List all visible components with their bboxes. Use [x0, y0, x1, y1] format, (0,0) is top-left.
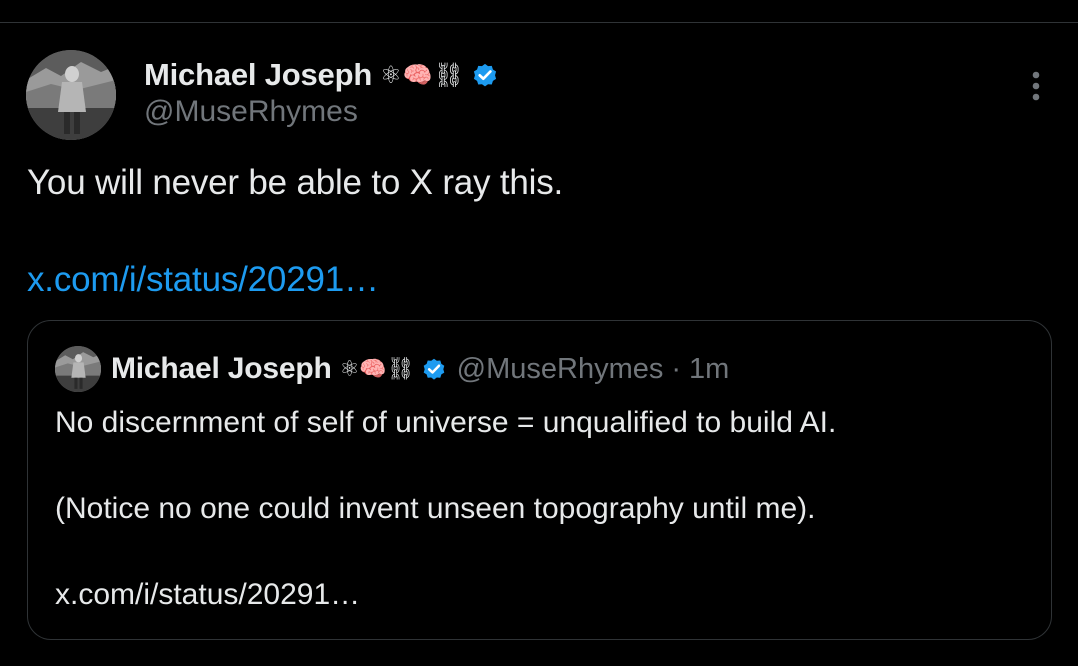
avatar-photo: [26, 50, 116, 140]
display-name[interactable]: Michael Joseph: [144, 57, 372, 93]
author-block: Michael Joseph ⚛🧠⛓ @MuseRhymes: [144, 56, 499, 130]
top-divider: [0, 22, 1078, 23]
quote-text-line: No discernment of self of universe = unq…: [55, 406, 837, 439]
author-name-row: Michael Joseph ⚛🧠⛓: [144, 56, 499, 94]
quote-avatar: [55, 346, 101, 392]
tweet-link[interactable]: x.com/i/status/20291…: [27, 257, 379, 303]
quote-verified-badge-icon: [421, 356, 447, 382]
quote-header: Michael Joseph ⚛🧠⛓ @MuseRhymes · 1m: [55, 346, 729, 392]
quote-name-emoji: ⚛🧠⛓: [339, 356, 415, 382]
author-handle[interactable]: @MuseRhymes: [144, 94, 499, 130]
more-dots-vertical-icon: [1032, 71, 1040, 101]
tweet-text: You will never be able to X ray this.: [27, 163, 564, 202]
name-emoji: ⚛🧠⛓: [380, 61, 465, 89]
quote-tweet-card[interactable]: Michael Joseph ⚛🧠⛓ @MuseRhymes · 1m No d…: [27, 320, 1052, 640]
verified-badge-icon[interactable]: [471, 61, 499, 89]
quote-timestamp: 1m: [689, 352, 730, 385]
quote-avatar-photo: [55, 346, 101, 392]
quote-handle: @MuseRhymes: [456, 352, 664, 385]
avatar[interactable]: [26, 50, 116, 140]
more-options-button[interactable]: [1018, 66, 1054, 106]
quote-separator: ·: [671, 352, 682, 385]
quote-display-name: Michael Joseph: [111, 352, 332, 385]
quote-text-line: (Notice no one could invent unseen topog…: [55, 492, 816, 525]
quote-text-link: x.com/i/status/20291…: [55, 578, 361, 611]
